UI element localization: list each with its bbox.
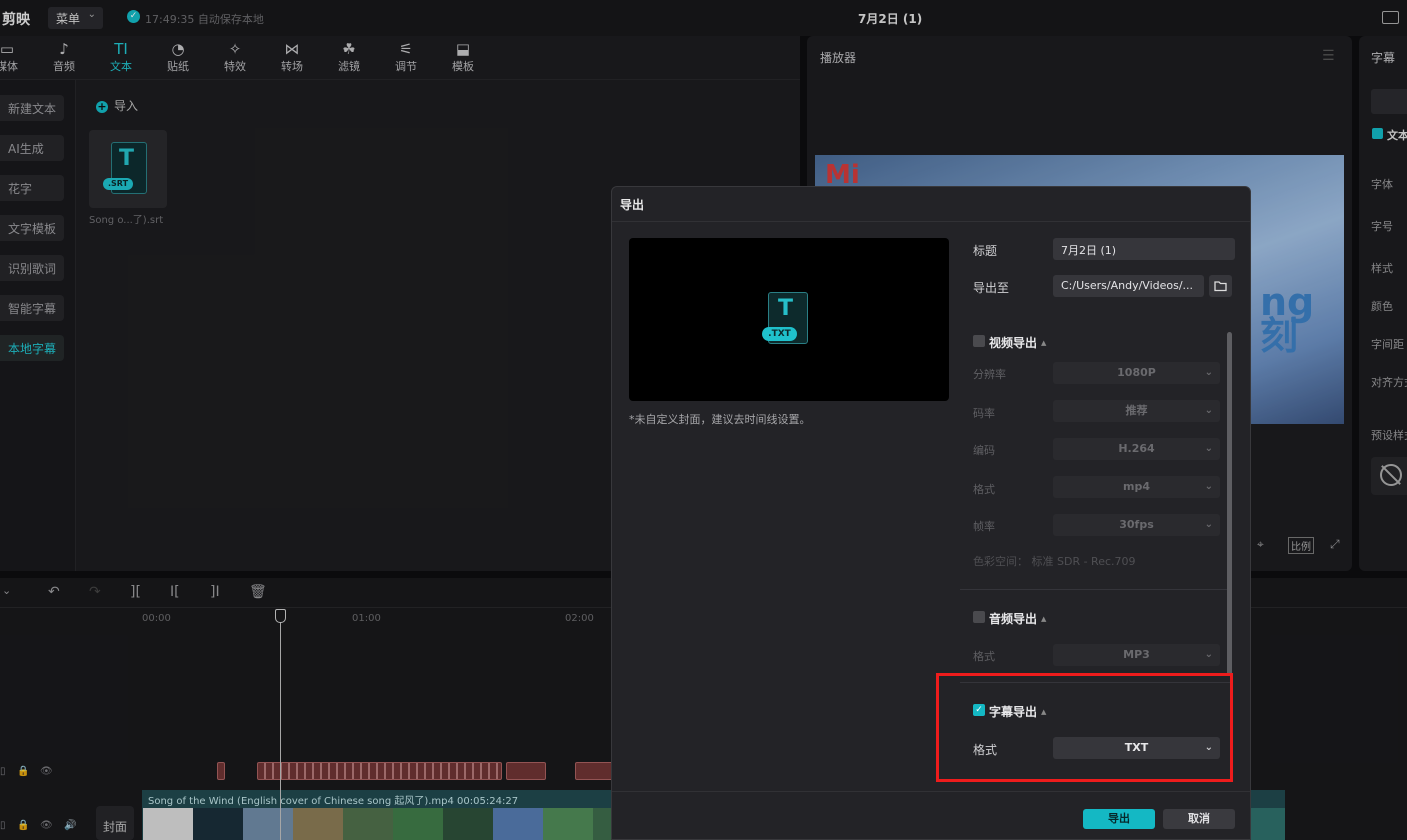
export-to-label: 导出至 (973, 281, 1010, 295)
divider (612, 791, 1250, 792)
chevron-down-icon: ⌄ (1204, 443, 1213, 454)
highlight-box (936, 673, 1233, 782)
collapse-triangle-icon: ▲ (1041, 339, 1047, 347)
codec-label: 编码 (973, 444, 995, 457)
bitrate-label: 码率 (973, 407, 995, 420)
resolution-select[interactable]: 1080P ⌄ (1053, 362, 1220, 384)
folder-button[interactable] (1209, 275, 1232, 297)
video-format-select[interactable]: mp4 ⌄ (1053, 476, 1220, 498)
dialog-scrollbar[interactable] (1227, 332, 1232, 676)
export-path-input[interactable]: C:/Users/Andy/Videos/... (1053, 275, 1204, 297)
color-space-info: 色彩空间： 标准 SDR - Rec.709 (973, 555, 1136, 568)
audio-format-label: 格式 (973, 650, 995, 663)
select-value: 推荐 (1125, 404, 1148, 417)
select-value: H.264 (1118, 442, 1155, 455)
bitrate-select[interactable]: 推荐 ⌄ (1053, 400, 1220, 422)
txt-badge: .TXT (762, 327, 797, 341)
select-value: mp4 (1123, 480, 1150, 493)
chevron-down-icon: ⌄ (1204, 519, 1213, 530)
video-export-checkbox[interactable] (973, 335, 985, 347)
divider (612, 221, 1250, 222)
audio-export-title[interactable]: 音频导出 ▲ (989, 610, 1046, 627)
chevron-down-icon: ⌄ (1204, 367, 1213, 378)
audio-format-select[interactable]: MP3 ⌄ (1053, 644, 1220, 666)
collapse-triangle-icon: ▲ (1041, 615, 1047, 623)
cover-note: *未自定义封面，建议去时间线设置。 (629, 413, 811, 426)
video-export-title[interactable]: 视频导出 ▲ (989, 334, 1046, 351)
audio-export-checkbox[interactable] (973, 611, 985, 623)
section-label: 音频导出 (989, 612, 1038, 626)
dialog-title: 导出 (620, 198, 645, 212)
select-value: 1080P (1117, 366, 1156, 379)
divider (960, 589, 1232, 590)
cancel-button[interactable]: 取消 (1163, 809, 1235, 829)
chevron-down-icon: ⌄ (1204, 649, 1213, 660)
section-label: 视频导出 (989, 336, 1038, 350)
title-label: 标题 (973, 244, 998, 258)
export-button[interactable]: 导出 (1083, 809, 1155, 829)
video-format-label: 格式 (973, 483, 995, 496)
title-input[interactable]: 7月2日 (1) (1053, 238, 1235, 260)
chevron-down-icon: ⌄ (1204, 481, 1213, 492)
framerate-select[interactable]: 30fps ⌄ (1053, 514, 1220, 536)
chevron-down-icon: ⌄ (1204, 405, 1213, 416)
select-value: MP3 (1123, 648, 1150, 661)
text-icon: T (778, 296, 794, 321)
folder-icon (1214, 281, 1227, 292)
resolution-label: 分辨率 (973, 368, 1006, 381)
codec-select[interactable]: H.264 ⌄ (1053, 438, 1220, 460)
select-value: 30fps (1119, 518, 1154, 531)
framerate-label: 帧率 (973, 520, 995, 533)
